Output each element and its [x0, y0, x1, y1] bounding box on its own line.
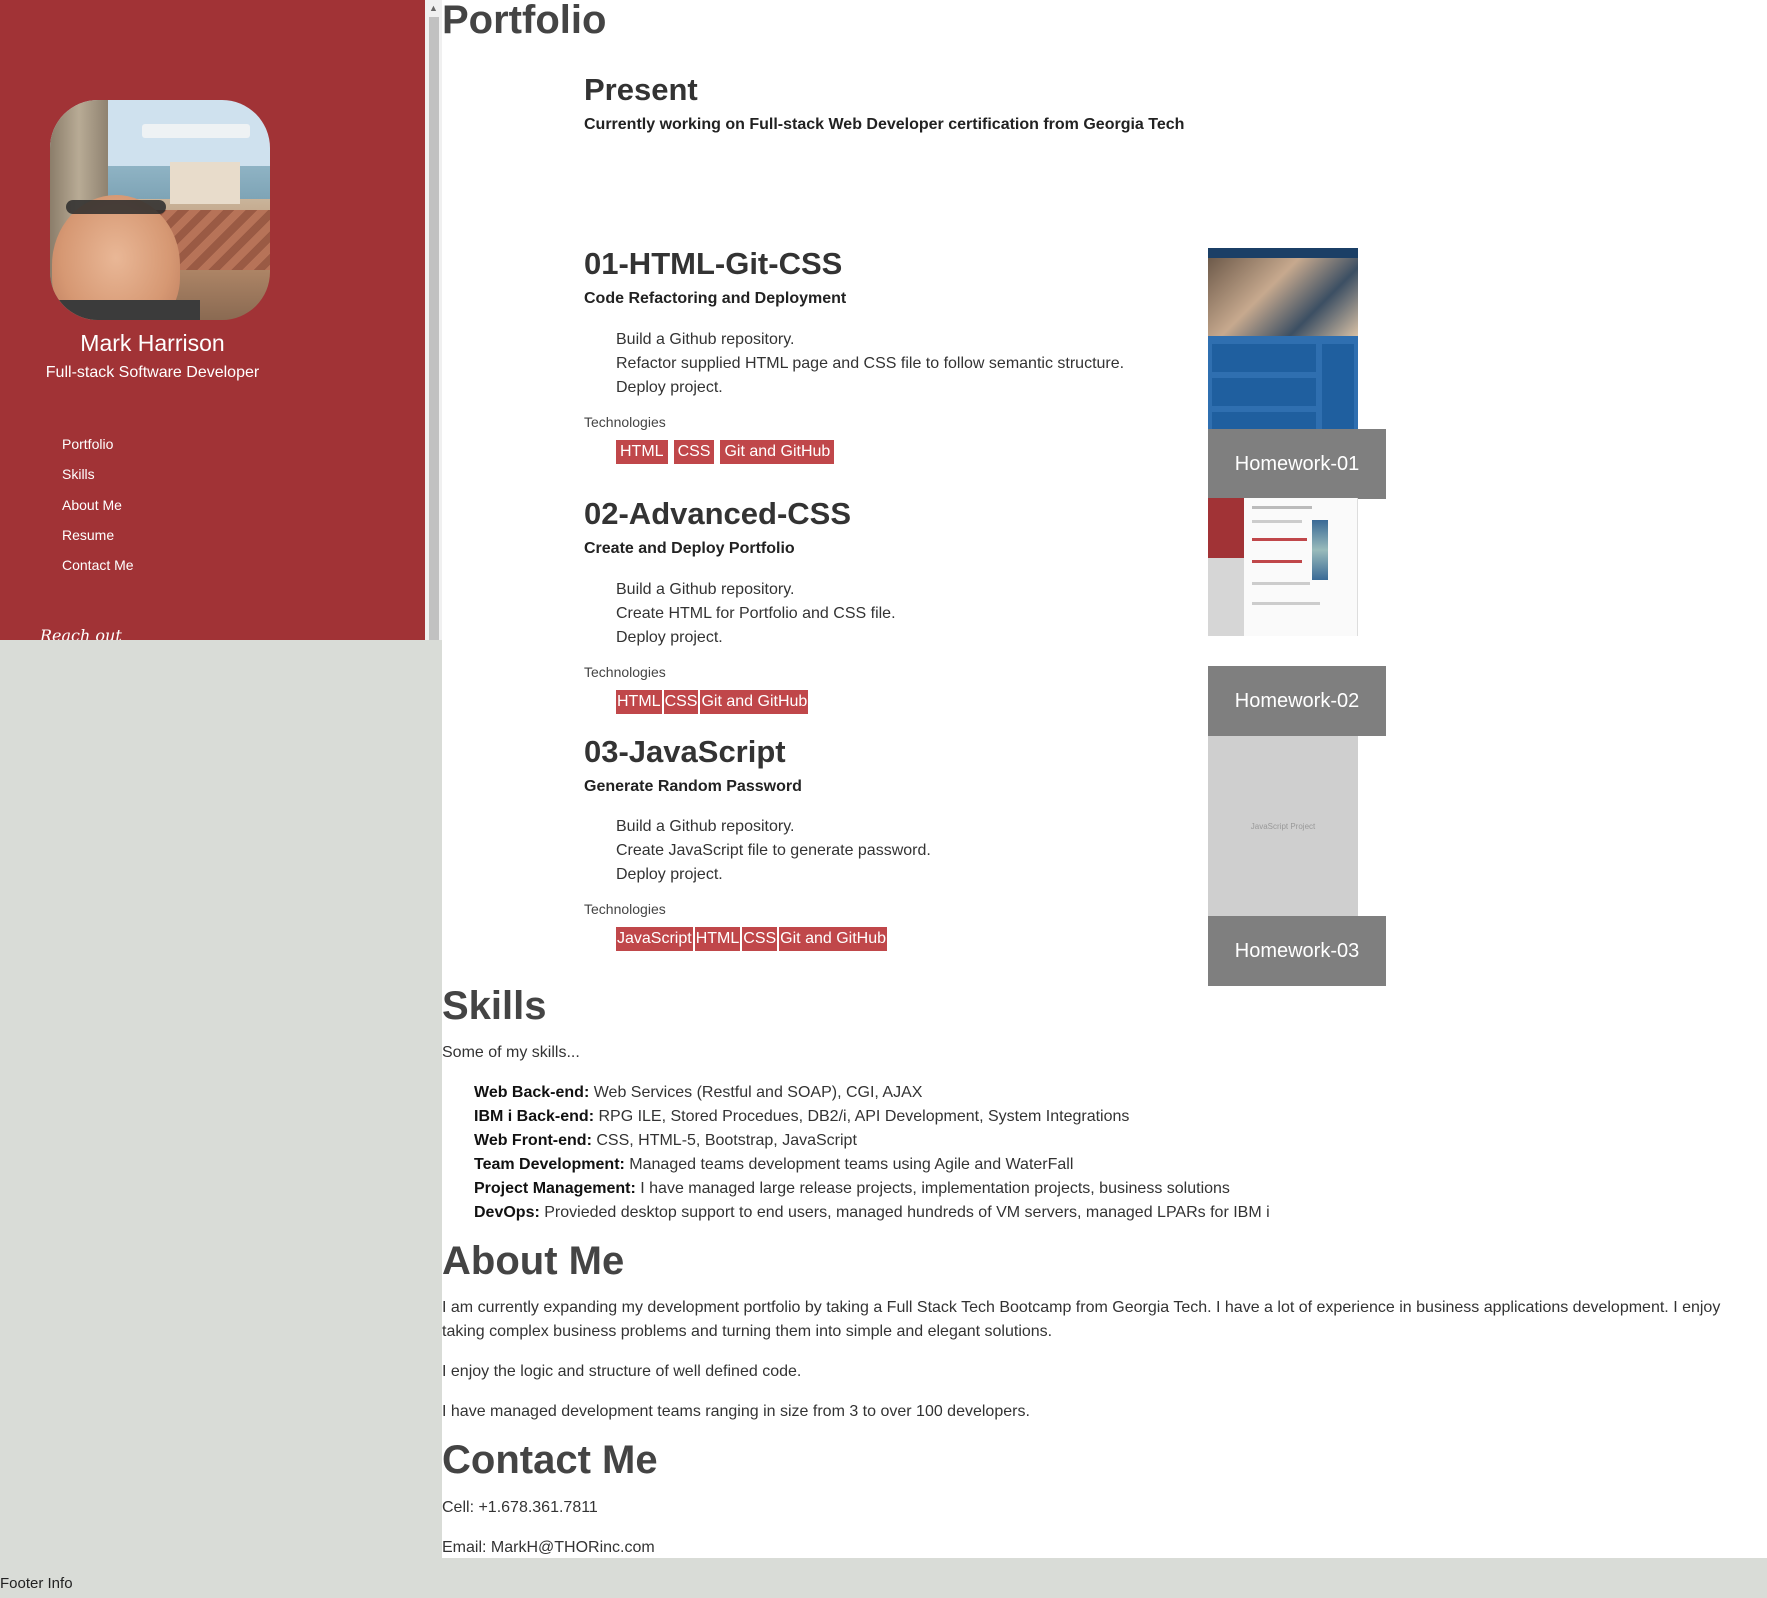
bullet-item: Deploy project. — [616, 379, 723, 396]
about-paragraph: I am currently expanding my development … — [442, 1299, 1721, 1340]
tech-badge: CSS — [742, 927, 778, 951]
about-paragraph: I enjoy the logic and structure of well … — [442, 1363, 802, 1380]
bullet-item: Build a Github repository. — [616, 331, 795, 348]
nav-item-contact-me[interactable]: Contact Me — [62, 553, 134, 583]
about-heading: About Me — [442, 1239, 625, 1283]
present-title: Present — [584, 72, 698, 107]
project-screenshot[interactable]: JavaScript Project — [1208, 736, 1358, 916]
skill-item: IBM i Back-end: RPG ILE, Stored Procedue… — [474, 1108, 1130, 1125]
project-subtitle: Create and Deploy Portfolio — [584, 540, 795, 557]
tech-badge: CSS — [673, 440, 715, 464]
present-subtitle: Currently working on Full-stack Web Deve… — [584, 116, 1185, 133]
skills-list: Web Back-end: Web Services (Restful and … — [474, 1081, 1270, 1225]
skill-item: Web Back-end: Web Services (Restful and … — [474, 1084, 923, 1101]
tech-badge: Git and GitHub — [700, 690, 809, 714]
sidebar-scrollbar[interactable]: ▲ — [425, 0, 442, 640]
contact-email[interactable]: Email: MarkH@THORinc.com — [442, 1536, 655, 1560]
nav-item-portfolio[interactable]: Portfolio — [62, 432, 134, 462]
homework-01-button[interactable]: Homework-01 — [1208, 429, 1386, 499]
project-screenshot[interactable] — [1208, 498, 1358, 636]
project-bullets: Build a Github repository. Create HTML f… — [616, 578, 896, 650]
tech-badges: JavaScript HTML CSS Git and GitHub — [616, 927, 887, 951]
project-bullets: Build a Github repository. Refactor supp… — [616, 328, 1124, 400]
nav-item-about-me[interactable]: About Me — [62, 493, 134, 523]
bullet-item: Create JavaScript file to generate passw… — [616, 842, 931, 859]
bullet-item: Create HTML for Portfolio and CSS file. — [616, 605, 896, 622]
footer: Footer Info — [0, 1575, 73, 1592]
bullet-item: Deploy project. — [616, 866, 723, 883]
tech-badge: HTML — [616, 440, 668, 464]
avatar — [50, 100, 270, 320]
nav-item-skills[interactable]: Skills — [62, 462, 134, 492]
tech-badge: Git and GitHub — [720, 440, 835, 464]
reach-out-heading: Reach out — [40, 626, 122, 640]
bullet-item: Deploy project. — [616, 629, 723, 646]
contact-heading: Contact Me — [442, 1438, 658, 1482]
homework-02-button[interactable]: Homework-02 — [1208, 666, 1386, 736]
bullet-item: Build a Github repository. — [616, 818, 795, 835]
project-title: 02-Advanced-CSS — [584, 496, 852, 531]
tech-badges: HTML CSS Git and GitHub — [616, 440, 835, 464]
project-title: 03-JavaScript — [584, 734, 786, 769]
tech-badge: Git and GitHub — [779, 927, 887, 951]
bullet-item: Refactor supplied HTML page and CSS file… — [616, 355, 1125, 372]
scroll-up-icon[interactable]: ▲ — [425, 0, 442, 17]
tech-badge: JavaScript — [616, 927, 693, 951]
technologies-label: Technologies — [584, 664, 666, 680]
contact-cell: Cell: +1.678.361.7811 — [442, 1499, 598, 1516]
technologies-label: Technologies — [584, 414, 666, 430]
skill-item: Web Front-end: CSS, HTML-5, Bootstrap, J… — [474, 1132, 857, 1149]
tech-badges: HTML CSS Git and GitHub — [616, 690, 809, 714]
about-paragraph: I have managed development teams ranging… — [442, 1403, 1030, 1420]
project-title: 01-HTML-Git-CSS — [584, 246, 843, 281]
scrollbar-thumb[interactable] — [429, 17, 439, 640]
profile-name: Mark Harrison — [80, 330, 225, 356]
portfolio-heading: Portfolio — [442, 0, 607, 42]
skill-item: Team Development: Managed teams developm… — [474, 1156, 1074, 1173]
skill-item: DevOps: Provieded desktop support to end… — [474, 1204, 1270, 1221]
bullet-item: Build a Github repository. — [616, 581, 795, 598]
skills-heading: Skills — [442, 984, 547, 1028]
homework-03-button[interactable]: Homework-03 — [1208, 916, 1386, 986]
nav-item-resume[interactable]: Resume — [62, 523, 134, 553]
technologies-label: Technologies — [584, 901, 666, 917]
skill-item: Project Management: I have managed large… — [474, 1180, 1230, 1197]
project-screenshot[interactable] — [1208, 248, 1358, 438]
project-subtitle: Code Refactoring and Deployment — [584, 290, 847, 307]
project-placeholder-text: JavaScript Project — [1250, 821, 1316, 831]
sidebar: Mark Harrison Full-stack Software Develo… — [0, 0, 425, 640]
main-content: Portfolio Present Currently working on F… — [442, 0, 1767, 1558]
project-subtitle: Generate Random Password — [584, 778, 802, 795]
sidebar-nav: Portfolio Skills About Me Resume Contact… — [62, 432, 134, 583]
tech-badge: CSS — [663, 690, 699, 714]
tech-badge: HTML — [616, 690, 662, 714]
skills-intro: Some of my skills... — [442, 1044, 580, 1061]
project-bullets: Build a Github repository. Create JavaSc… — [616, 815, 931, 887]
tech-badge: HTML — [694, 927, 741, 951]
profile-title: Full-stack Software Developer — [45, 364, 260, 381]
